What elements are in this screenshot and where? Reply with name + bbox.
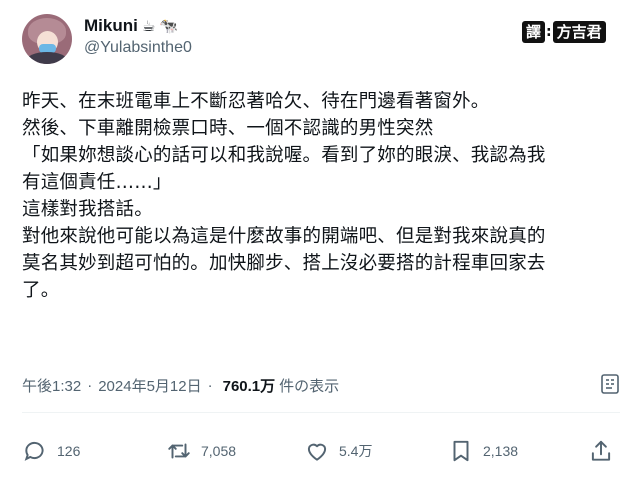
tweet-line: 這樣對我搭話。 (22, 199, 153, 220)
translator-separator: : (546, 24, 552, 40)
tweet-line: 了。 (22, 280, 60, 301)
like-button[interactable]: 5.4万 (304, 436, 372, 466)
reply-button[interactable]: 126 (22, 436, 80, 466)
bookmark-icon (453, 440, 469, 462)
heart-icon (307, 443, 327, 461)
bookmark-button[interactable]: 2,138 (448, 436, 518, 466)
avatar-body (26, 52, 68, 64)
views-label: 件の表示 (279, 377, 340, 395)
tweet-line: 莫名其妙到超可怕的。加快腳步、搭上沒必要搭的計程車回家去 (22, 253, 546, 274)
tweet-meta: 午後1:32 · 2024年5月12日 · 760.1万 件の表示 (22, 374, 622, 396)
repost-count: 7,058 (201, 443, 237, 459)
tweet-line: 「如果妳想談心的話可以和我說喔。看到了妳的眼淚、我認為我 (22, 145, 546, 166)
share-button[interactable] (588, 436, 614, 466)
views-count: 760.1万 (222, 377, 276, 395)
translator-tag: 譯 (522, 21, 546, 43)
post-date[interactable]: 2024年5月12日 (98, 375, 201, 396)
tweet-line: 對他來說他可能以為這是什麽故事的開端吧、但是對我來說真的 (22, 226, 546, 247)
reply-count: 126 (57, 443, 81, 459)
repost-button[interactable]: 7,058 (166, 436, 236, 466)
divider (22, 412, 620, 413)
translator-name: 方吉君 (552, 21, 606, 43)
translate-icon[interactable] (598, 372, 622, 396)
reply-icon (24, 441, 44, 461)
tweet-line: 有這個責任……」 (22, 172, 172, 193)
repost-icon (168, 443, 190, 459)
author-display-name[interactable]: Mikuni (84, 16, 138, 36)
avatar[interactable] (22, 14, 72, 64)
author-handle[interactable]: @Yulabsinthe0 (84, 39, 192, 57)
coffee-emoji: ☕ (141, 16, 156, 35)
meta-separator: · (87, 376, 93, 394)
tweet-line: 然後、下車離開檢票口時、一個不認識的男性突然 (22, 118, 434, 139)
tweet-text: 昨天、在末班電車上不斷忍著哈欠、待在門邊看著窗外。 然後、下車離開檢票口時、一個… (22, 88, 622, 304)
action-bar: 126 7,058 5.4万 2,138 (22, 436, 622, 466)
meta-separator: · (207, 376, 213, 394)
like-count: 5.4万 (339, 443, 373, 459)
cow-emoji: 🐄 (159, 16, 178, 35)
tweet-line: 昨天、在末班電車上不斷忍著哈欠、待在門邊看著窗外。 (22, 91, 490, 112)
bookmark-count: 2,138 (483, 443, 519, 459)
translator-badge: 譯 : 方吉君 (522, 21, 606, 43)
post-time[interactable]: 午後1:32 (22, 375, 81, 396)
share-icon (591, 440, 611, 461)
author-name-row[interactable]: Mikuni ☕ 🐄 (84, 15, 178, 37)
